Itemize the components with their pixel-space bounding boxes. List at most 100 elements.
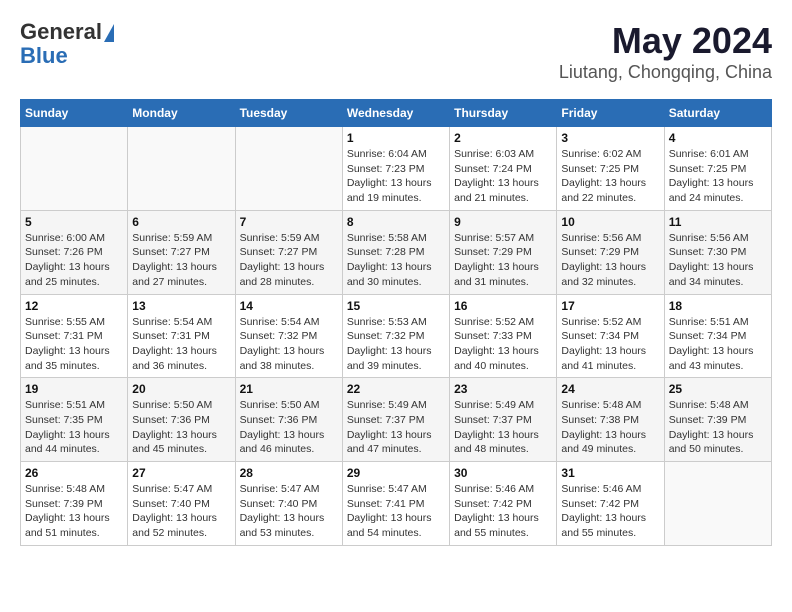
calendar-cell-w5-d0: 26Sunrise: 5:48 AMSunset: 7:39 PMDayligh… <box>21 462 128 546</box>
day-number: 14 <box>240 299 338 313</box>
calendar-cell-w4-d0: 19 Sunrise: 5:51 AMSunset: 7:35 PMDayligh… <box>21 378 128 462</box>
day-info: Sunrise: 6:03 AMSunset: 7:24 PMDaylight:… <box>454 147 552 206</box>
day-number: 4 <box>669 131 767 145</box>
day-info: Sunrise: 5:47 AMSunset: 7:41 PMDaylight:… <box>347 482 445 541</box>
day-number: 30 <box>454 466 552 480</box>
day-number: 10 <box>561 215 659 229</box>
day-info: Sunrise: 5:56 AMSunset: 7:29 PMDaylight:… <box>561 231 659 290</box>
calendar-cell-w5-d6 <box>664 462 771 546</box>
day-number: 23 <box>454 382 552 396</box>
page-header: General Blue May 2024 Liutang, Chongqing… <box>20 20 772 83</box>
day-number: 22 <box>347 382 445 396</box>
day-info: Sunrise: 5:57 AMSunset: 7:29 PMDaylight:… <box>454 231 552 290</box>
week-row-3: 12 Sunrise: 5:55 AMSunset: 7:31 PMDayligh… <box>21 294 772 378</box>
calendar-cell-w2-d6: 11Sunrise: 5:56 AMSunset: 7:30 PMDayligh… <box>664 210 771 294</box>
calendar-cell-w3-d3: 15 Sunrise: 5:53 AMSunset: 7:32 PMDayligh… <box>342 294 449 378</box>
calendar-cell-w5-d5: 31 Sunrise: 5:46 AMSunset: 7:42 PMDayligh… <box>557 462 664 546</box>
day-info: Sunrise: 6:00 AMSunset: 7:26 PMDaylight:… <box>25 231 123 290</box>
day-number: 6 <box>132 215 230 229</box>
day-number: 26 <box>25 466 123 480</box>
weekday-monday: Monday <box>128 100 235 127</box>
week-row-1: 1 Sunrise: 6:04 AMSunset: 7:23 PMDaylight… <box>21 127 772 211</box>
weekday-saturday: Saturday <box>664 100 771 127</box>
day-number: 8 <box>347 215 445 229</box>
weekday-thursday: Thursday <box>450 100 557 127</box>
day-number: 27 <box>132 466 230 480</box>
calendar-cell-w2-d1: 6 Sunrise: 5:59 AMSunset: 7:27 PMDaylight… <box>128 210 235 294</box>
day-info: Sunrise: 5:47 AMSunset: 7:40 PMDaylight:… <box>240 482 338 541</box>
week-row-2: 5 Sunrise: 6:00 AMSunset: 7:26 PMDaylight… <box>21 210 772 294</box>
day-number: 31 <box>561 466 659 480</box>
calendar-cell-w2-d2: 7Sunrise: 5:59 AMSunset: 7:27 PMDaylight… <box>235 210 342 294</box>
week-row-5: 26Sunrise: 5:48 AMSunset: 7:39 PMDayligh… <box>21 462 772 546</box>
weekday-sunday: Sunday <box>21 100 128 127</box>
day-info: Sunrise: 5:48 AMSunset: 7:38 PMDaylight:… <box>561 398 659 457</box>
day-info: Sunrise: 5:55 AMSunset: 7:31 PMDaylight:… <box>25 315 123 374</box>
logo-blue: Blue <box>20 43 68 68</box>
calendar-cell-w5-d4: 30 Sunrise: 5:46 AMSunset: 7:42 PMDayligh… <box>450 462 557 546</box>
calendar-cell-w2-d3: 8 Sunrise: 5:58 AMSunset: 7:28 PMDaylight… <box>342 210 449 294</box>
day-number: 19 <box>25 382 123 396</box>
day-number: 1 <box>347 131 445 145</box>
calendar-cell-w5-d1: 27 Sunrise: 5:47 AMSunset: 7:40 PMDayligh… <box>128 462 235 546</box>
day-number: 7 <box>240 215 338 229</box>
day-info: Sunrise: 5:59 AMSunset: 7:27 PMDaylight:… <box>132 231 230 290</box>
day-info: Sunrise: 5:56 AMSunset: 7:30 PMDaylight:… <box>669 231 767 290</box>
day-info: Sunrise: 5:53 AMSunset: 7:32 PMDaylight:… <box>347 315 445 374</box>
calendar-cell-w2-d5: 10 Sunrise: 5:56 AMSunset: 7:29 PMDayligh… <box>557 210 664 294</box>
day-number: 25 <box>669 382 767 396</box>
calendar-cell-w4-d5: 24 Sunrise: 5:48 AMSunset: 7:38 PMDayligh… <box>557 378 664 462</box>
calendar-cell-w2-d0: 5 Sunrise: 6:00 AMSunset: 7:26 PMDaylight… <box>21 210 128 294</box>
day-number: 3 <box>561 131 659 145</box>
day-number: 21 <box>240 382 338 396</box>
calendar-cell-w1-d4: 2 Sunrise: 6:03 AMSunset: 7:24 PMDaylight… <box>450 127 557 211</box>
calendar-cell-w4-d4: 23 Sunrise: 5:49 AMSunset: 7:37 PMDayligh… <box>450 378 557 462</box>
calendar-cell-w5-d3: 29 Sunrise: 5:47 AMSunset: 7:41 PMDayligh… <box>342 462 449 546</box>
calendar-title: May 2024 <box>559 20 772 62</box>
calendar-cell-w1-d0 <box>21 127 128 211</box>
calendar-cell-w2-d4: 9Sunrise: 5:57 AMSunset: 7:29 PMDaylight… <box>450 210 557 294</box>
day-number: 28 <box>240 466 338 480</box>
weekday-header-row: SundayMondayTuesdayWednesdayThursdayFrid… <box>21 100 772 127</box>
day-info: Sunrise: 6:01 AMSunset: 7:25 PMDaylight:… <box>669 147 767 206</box>
day-info: Sunrise: 5:52 AMSunset: 7:34 PMDaylight:… <box>561 315 659 374</box>
calendar-cell-w1-d1 <box>128 127 235 211</box>
day-info: Sunrise: 5:49 AMSunset: 7:37 PMDaylight:… <box>347 398 445 457</box>
day-info: Sunrise: 6:04 AMSunset: 7:23 PMDaylight:… <box>347 147 445 206</box>
weekday-tuesday: Tuesday <box>235 100 342 127</box>
calendar-cell-w1-d2 <box>235 127 342 211</box>
calendar-cell-w3-d5: 17 Sunrise: 5:52 AMSunset: 7:34 PMDayligh… <box>557 294 664 378</box>
calendar-cell-w1-d5: 3Sunrise: 6:02 AMSunset: 7:25 PMDaylight… <box>557 127 664 211</box>
day-number: 2 <box>454 131 552 145</box>
day-number: 16 <box>454 299 552 313</box>
day-number: 18 <box>669 299 767 313</box>
day-number: 24 <box>561 382 659 396</box>
calendar-cell-w4-d1: 20 Sunrise: 5:50 AMSunset: 7:36 PMDayligh… <box>128 378 235 462</box>
week-row-4: 19 Sunrise: 5:51 AMSunset: 7:35 PMDayligh… <box>21 378 772 462</box>
weekday-wednesday: Wednesday <box>342 100 449 127</box>
day-number: 5 <box>25 215 123 229</box>
day-info: Sunrise: 5:48 AMSunset: 7:39 PMDaylight:… <box>669 398 767 457</box>
day-info: Sunrise: 5:52 AMSunset: 7:33 PMDaylight:… <box>454 315 552 374</box>
calendar-cell-w3-d4: 16 Sunrise: 5:52 AMSunset: 7:33 PMDayligh… <box>450 294 557 378</box>
day-number: 29 <box>347 466 445 480</box>
day-info: Sunrise: 5:47 AMSunset: 7:40 PMDaylight:… <box>132 482 230 541</box>
calendar-cell-w3-d0: 12 Sunrise: 5:55 AMSunset: 7:31 PMDayligh… <box>21 294 128 378</box>
day-info: Sunrise: 5:50 AMSunset: 7:36 PMDaylight:… <box>132 398 230 457</box>
day-number: 15 <box>347 299 445 313</box>
calendar-cell-w3-d6: 18Sunrise: 5:51 AMSunset: 7:34 PMDayligh… <box>664 294 771 378</box>
logo-icon <box>104 24 114 42</box>
day-info: Sunrise: 5:46 AMSunset: 7:42 PMDaylight:… <box>561 482 659 541</box>
day-info: Sunrise: 5:51 AMSunset: 7:35 PMDaylight:… <box>25 398 123 457</box>
day-number: 17 <box>561 299 659 313</box>
day-info: Sunrise: 5:46 AMSunset: 7:42 PMDaylight:… <box>454 482 552 541</box>
day-number: 20 <box>132 382 230 396</box>
calendar-subtitle: Liutang, Chongqing, China <box>559 62 772 83</box>
calendar-cell-w1-d6: 4 Sunrise: 6:01 AMSunset: 7:25 PMDaylight… <box>664 127 771 211</box>
day-number: 12 <box>25 299 123 313</box>
day-info: Sunrise: 5:54 AMSunset: 7:31 PMDaylight:… <box>132 315 230 374</box>
day-info: Sunrise: 5:54 AMSunset: 7:32 PMDaylight:… <box>240 315 338 374</box>
day-info: Sunrise: 5:49 AMSunset: 7:37 PMDaylight:… <box>454 398 552 457</box>
day-number: 13 <box>132 299 230 313</box>
day-info: Sunrise: 5:58 AMSunset: 7:28 PMDaylight:… <box>347 231 445 290</box>
